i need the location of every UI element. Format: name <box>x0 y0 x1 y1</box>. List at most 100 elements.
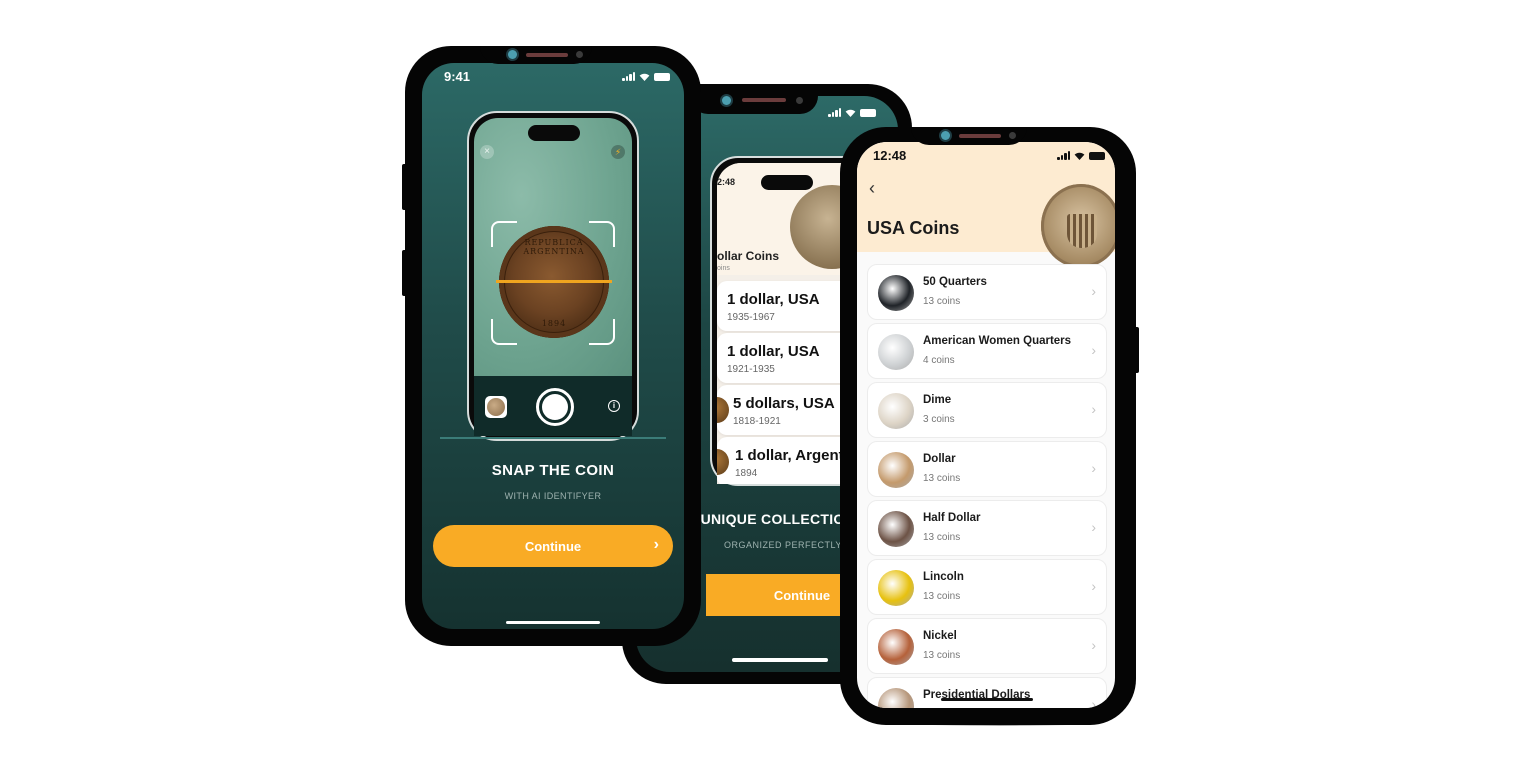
front-camera-icon <box>722 96 731 105</box>
status-icons <box>1057 151 1105 160</box>
page-title: USA Coins <box>867 218 960 238</box>
front-camera-icon <box>508 50 517 59</box>
category-list-item[interactable]: American Women Quarters 4 coins › <box>867 323 1107 379</box>
coin-thumbnail <box>878 275 914 311</box>
coin-years: 1935-1967 <box>727 312 775 323</box>
inner-status-time: 2:48 <box>717 177 736 187</box>
coin-thumbnail <box>878 334 914 370</box>
signal-icon <box>1057 151 1070 160</box>
coin-thumbnail <box>878 511 914 547</box>
signal-icon <box>622 72 635 81</box>
status-bar: 12:48 <box>857 148 1115 163</box>
speaker-grille <box>742 98 786 102</box>
home-indicator <box>732 658 828 662</box>
chevron-right-icon: › <box>1091 637 1096 653</box>
coin-thumbnail <box>878 570 914 606</box>
volume-up-button <box>402 164 407 210</box>
category-count: 4 coins <box>923 355 955 366</box>
back-button[interactable]: ‹ <box>869 178 875 199</box>
coin-years: 1921-1935 <box>727 364 775 375</box>
wifi-icon <box>1074 152 1085 160</box>
wifi-icon <box>639 73 650 81</box>
close-icon[interactable]: × <box>480 145 494 159</box>
home-indicator <box>506 621 600 624</box>
category-name: Lincoln <box>923 571 964 583</box>
focus-bracket <box>589 319 615 345</box>
category-list-item[interactable]: Lincoln 13 coins › <box>867 559 1107 615</box>
category-count: 13 coins <box>923 296 961 307</box>
front-camera-icon <box>941 131 950 140</box>
shutter-button[interactable] <box>536 388 574 426</box>
category-list-item[interactable]: Half Dollar 13 coins › <box>867 500 1107 556</box>
coin-thumbnail <box>878 688 914 708</box>
status-icons <box>622 72 670 81</box>
sensor-dot <box>796 97 803 104</box>
notch <box>911 127 1027 145</box>
coin-name: 1 dollar, USA <box>727 291 820 308</box>
category-list-item[interactable]: Dollar 13 coins › <box>867 441 1107 497</box>
onboarding-tagline: ORGANIZED PERFECTLY <box>724 540 842 550</box>
category-list-item[interactable]: Dime 3 coins › <box>867 382 1107 438</box>
status-icons <box>828 108 876 117</box>
category-list-item[interactable]: Nickel 13 coins › <box>867 618 1107 674</box>
home-indicator <box>941 698 1033 701</box>
signal-icon <box>828 108 841 117</box>
category-list-item[interactable]: Presidential Dollars › <box>867 677 1107 708</box>
coin-thumbnail <box>717 449 729 475</box>
marketing-showcase: 2:48 ollar Coins oins 1 dollar, USA 1935… <box>0 0 1536 768</box>
chevron-right-icon: › <box>1091 460 1096 476</box>
focus-bracket <box>491 319 517 345</box>
inner-phone-frame: × ⚡ REPUBLICA ARGENTINA 1894 i <box>467 111 639 441</box>
speaker-grille <box>526 53 568 57</box>
info-icon[interactable]: i <box>608 400 620 412</box>
category-name: Dime <box>923 394 952 406</box>
chevron-right-icon: › <box>653 536 659 553</box>
category-list-item[interactable]: 50 Quarters 13 coins › <box>867 264 1107 320</box>
chevron-right-icon: › <box>1091 696 1096 708</box>
dynamic-island <box>761 175 813 190</box>
phone-category-list: 12:48 ‹ USA Coins 50 Quarters 13 coins › Am… <box>840 127 1139 725</box>
category-count: 13 coins <box>923 473 961 484</box>
status-time: 9:41 <box>444 69 471 84</box>
gallery-thumbnail[interactable] <box>485 396 507 418</box>
category-list: 50 Quarters 13 coins › American Women Quart… <box>867 264 1107 708</box>
dynamic-island <box>528 125 580 141</box>
coin-thumbnail <box>717 397 729 423</box>
phone-category-screen: 12:48 ‹ USA Coins 50 Quarters 13 coins › Am… <box>857 142 1115 708</box>
category-name: American Women Quarters <box>923 335 1072 347</box>
category-count: 13 coins <box>923 650 961 661</box>
camera-viewfinder: × ⚡ REPUBLICA ARGENTINA 1894 <box>474 118 632 376</box>
speaker-grille <box>959 134 1001 138</box>
battery-icon <box>654 72 670 81</box>
focus-bracket <box>491 221 517 247</box>
flash-icon[interactable]: ⚡ <box>611 145 625 159</box>
chevron-right-icon: › <box>1091 519 1096 535</box>
chevron-right-icon: › <box>1091 578 1096 594</box>
sensor-dot <box>576 51 583 58</box>
focus-bracket <box>589 221 615 247</box>
sensor-dot <box>1009 132 1016 139</box>
category-name: 50 Quarters <box>923 276 987 288</box>
onboarding-headline: SNAP THE COIN <box>491 462 615 479</box>
divider <box>440 437 666 439</box>
onboarding-headline: R UNIQUE COLLECTIO <box>686 511 845 527</box>
continue-button[interactable]: Continue › <box>433 525 673 567</box>
status-bar: 9:41 <box>422 69 684 84</box>
status-time: 12:48 <box>873 148 907 163</box>
category-name: Dollar <box>923 453 956 465</box>
coin-years: 1894 <box>735 468 758 479</box>
onboarding-tagline: WITH AI IDENTIFYER <box>504 491 602 501</box>
hero-coin-image <box>1041 184 1115 268</box>
phone-scanner: 9:41 × ⚡ REPUBLICA ARGENTINA 1894 i SNAP… <box>402 46 701 646</box>
coin-name: 1 dollar, USA <box>727 343 820 360</box>
battery-icon <box>860 108 876 117</box>
category-name: Nickel <box>923 630 957 642</box>
inner-phone-preview: 2:48 ollar Coins oins 1 dollar, USA 1935… <box>710 156 870 486</box>
category-count: 3 coins <box>923 414 955 425</box>
wifi-icon <box>845 109 856 117</box>
scan-line <box>496 280 612 283</box>
coin-thumbnail <box>878 452 914 488</box>
coin-years: 1818-1921 <box>733 416 781 427</box>
chevron-right-icon: › <box>1091 401 1096 417</box>
phone-scanner-screen: 9:41 × ⚡ REPUBLICA ARGENTINA 1894 i SNAP… <box>422 63 684 629</box>
